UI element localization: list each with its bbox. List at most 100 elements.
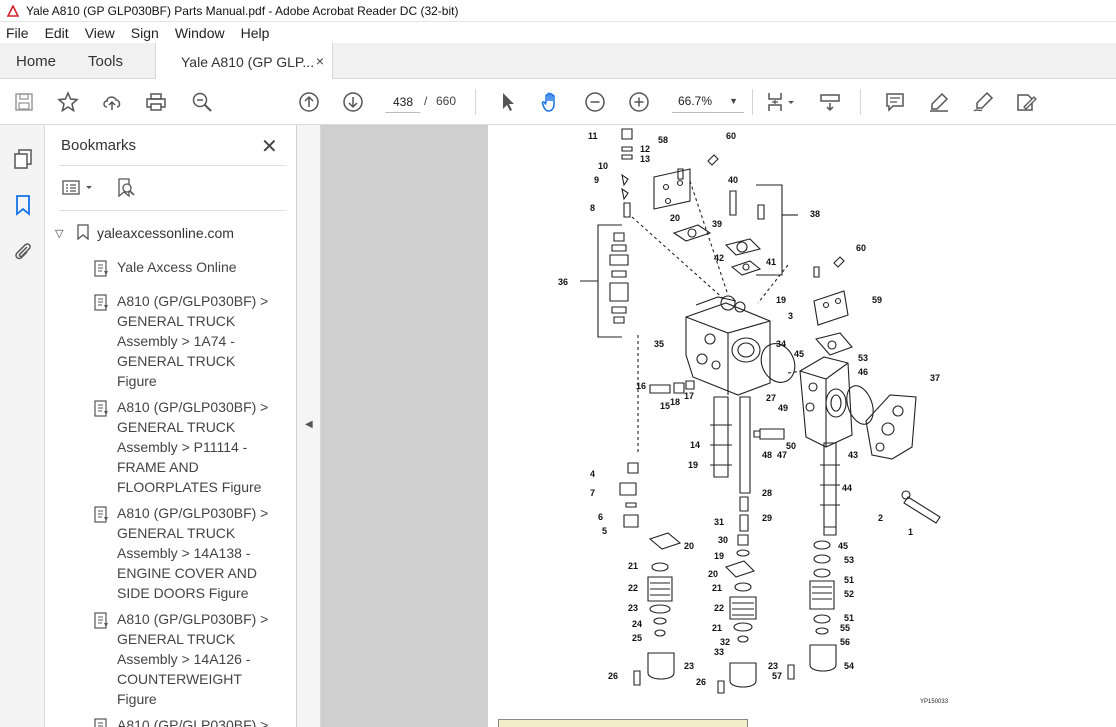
collapse-panel-arrow-icon[interactable]: ◀ <box>305 419 313 430</box>
callout-number: 36 <box>558 277 568 287</box>
callout-number: 6 <box>598 512 603 522</box>
callout-number: 35 <box>654 339 664 349</box>
title-bar: Yale A810 (GP GLP030BF) Parts Manual.pdf… <box>0 0 1116 22</box>
panel-splitter[interactable]: ◀ <box>297 125 321 727</box>
chevron-down-icon[interactable]: ▽ <box>55 227 69 240</box>
callout-number: 2 <box>878 513 883 523</box>
callout-number: 19 <box>688 460 698 470</box>
callout-number: 46 <box>858 367 868 377</box>
callout-number: 18 <box>670 397 680 407</box>
find-bookmark-icon[interactable] <box>115 177 137 202</box>
acrobat-app-icon <box>6 4 20 18</box>
bookmark-item[interactable]: A810 (GP/GLP030BF) > GENERAL TRUCK Assem… <box>93 609 273 709</box>
callout-number: 32 <box>720 637 730 647</box>
menu-window[interactable]: Window <box>175 25 225 41</box>
save-icon[interactable] <box>12 90 36 114</box>
bookmark-item-label: A810 (GP/GLP030BF) > GENERAL TRUCK Assem… <box>117 399 269 495</box>
callout-number: 30 <box>718 535 728 545</box>
bookmark-item[interactable]: A810 (GP/GLP030BF) > <box>93 715 273 727</box>
next-page-icon[interactable] <box>341 90 365 114</box>
callout-number: 55 <box>840 623 850 633</box>
bookmark-item[interactable]: A810 (GP/GLP030BF) > GENERAL TRUCK Assem… <box>93 397 273 497</box>
callout-number: 53 <box>844 555 854 565</box>
callout-number: 19 <box>776 295 786 305</box>
callout-number: 7 <box>590 488 595 498</box>
exploded-parts-diagram: 11121358 6010984038203942 41366019 5933445 5… <box>558 128 941 694</box>
callout-number: 31 <box>714 517 724 527</box>
print-icon[interactable] <box>144 90 168 114</box>
callout-number: 11 <box>588 131 598 141</box>
previous-page-icon[interactable] <box>297 90 321 114</box>
attachments-icon[interactable] <box>11 239 35 263</box>
callout-number: 49 <box>778 403 788 413</box>
zoom-level-value: 66.7% <box>678 94 713 108</box>
bookmark-item-label: Yale Axcess Online <box>117 259 237 275</box>
sign-pen-icon[interactable] <box>971 90 995 114</box>
page-fit-dropdown-icon[interactable] <box>786 90 796 114</box>
bookmark-root-item[interactable]: ▽ yaleaxcessonline.com <box>55 221 234 245</box>
callout-number: 1 <box>908 527 913 537</box>
callout-number: 39 <box>712 219 722 229</box>
callout-number: 53 <box>858 353 868 363</box>
bookmark-item[interactable]: A810 (GP/GLP030BF) > GENERAL TRUCK Assem… <box>93 503 273 603</box>
callout-number: 59 <box>872 295 882 305</box>
tab-tools[interactable]: Tools <box>88 43 123 79</box>
bookmark-star-icon[interactable] <box>56 90 80 114</box>
close-icon[interactable]: ✕ <box>261 134 278 159</box>
callout-number: 14 <box>690 440 700 450</box>
callout-number: 43 <box>848 450 858 460</box>
callout-number: 54 <box>844 661 854 671</box>
page-number-input[interactable]: 438 <box>385 91 421 113</box>
tab-home[interactable]: Home <box>16 43 56 79</box>
bookmarks-toolbar <box>59 165 287 211</box>
bookmark-page-icon <box>93 397 117 497</box>
bookmark-item-label: A810 (GP/GLP030BF) > GENERAL TRUCK Assem… <box>117 293 269 389</box>
callout-number: 23 <box>768 661 778 671</box>
bookmark-root-label: yaleaxcessonline.com <box>97 225 234 241</box>
bookmark-icon <box>77 223 89 243</box>
callout-number: 22 <box>714 603 724 613</box>
zoom-search-icon[interactable] <box>190 90 214 114</box>
callout-number: 58 <box>658 135 668 145</box>
tab-close-button[interactable]: × <box>316 53 324 69</box>
comment-icon[interactable] <box>883 90 907 114</box>
upload-cloud-icon[interactable] <box>100 90 124 114</box>
page-fit-icon[interactable] <box>764 90 788 114</box>
scroll-mode-icon[interactable] <box>818 90 842 114</box>
page-thumbnails-icon[interactable] <box>11 147 35 171</box>
menu-help[interactable]: Help <box>241 25 270 41</box>
hand-tool-icon[interactable] <box>539 90 563 114</box>
menu-view[interactable]: View <box>85 25 115 41</box>
callout-number: 21 <box>712 623 722 633</box>
select-cursor-icon[interactable] <box>496 90 520 114</box>
menu-sign[interactable]: Sign <box>131 25 159 41</box>
zoom-level-select[interactable]: 66.7% ▼ <box>672 91 744 113</box>
bookmark-item[interactable]: Yale Axcess Online <box>93 257 273 281</box>
zoom-in-icon[interactable] <box>627 90 651 114</box>
callout-number: 42 <box>714 253 724 263</box>
callout-number: 40 <box>728 175 738 185</box>
fill-sign-icon[interactable] <box>1014 90 1038 114</box>
callout-number: 45 <box>838 541 848 551</box>
callout-number: 25 <box>632 633 642 643</box>
callout-number: 51 <box>844 613 854 623</box>
bookmarks-icon[interactable] <box>11 193 35 217</box>
page-separator: / <box>424 94 428 108</box>
toolbar: 438 / 660 66.7% ▼ <box>0 79 1116 125</box>
menu-edit[interactable]: Edit <box>45 25 69 41</box>
callout-number: 48 <box>762 450 772 460</box>
figure-reference: YP150033 <box>920 699 949 705</box>
highlight-pen-icon[interactable] <box>927 90 951 114</box>
toolbar-divider <box>752 89 753 115</box>
callout-number: 33 <box>714 647 724 657</box>
zoom-out-icon[interactable] <box>583 90 607 114</box>
callout-number: 26 <box>608 671 618 681</box>
total-pages: 660 <box>436 94 457 108</box>
bookmark-item[interactable]: A810 (GP/GLP030BF) > GENERAL TRUCK Assem… <box>93 291 273 391</box>
callout-number: 15 <box>660 401 670 411</box>
tab-document[interactable]: Yale A810 (GP GLP... × <box>155 43 333 80</box>
bookmark-page-icon <box>93 503 117 603</box>
document-viewport[interactable]: 11 12 13 58 60 10 9 8 40 38 20 39 42 41 36 60 19 59 3 34 45 5… <box>321 125 1116 727</box>
bookmark-options-icon[interactable] <box>61 178 97 201</box>
menu-file[interactable]: File <box>6 25 29 41</box>
